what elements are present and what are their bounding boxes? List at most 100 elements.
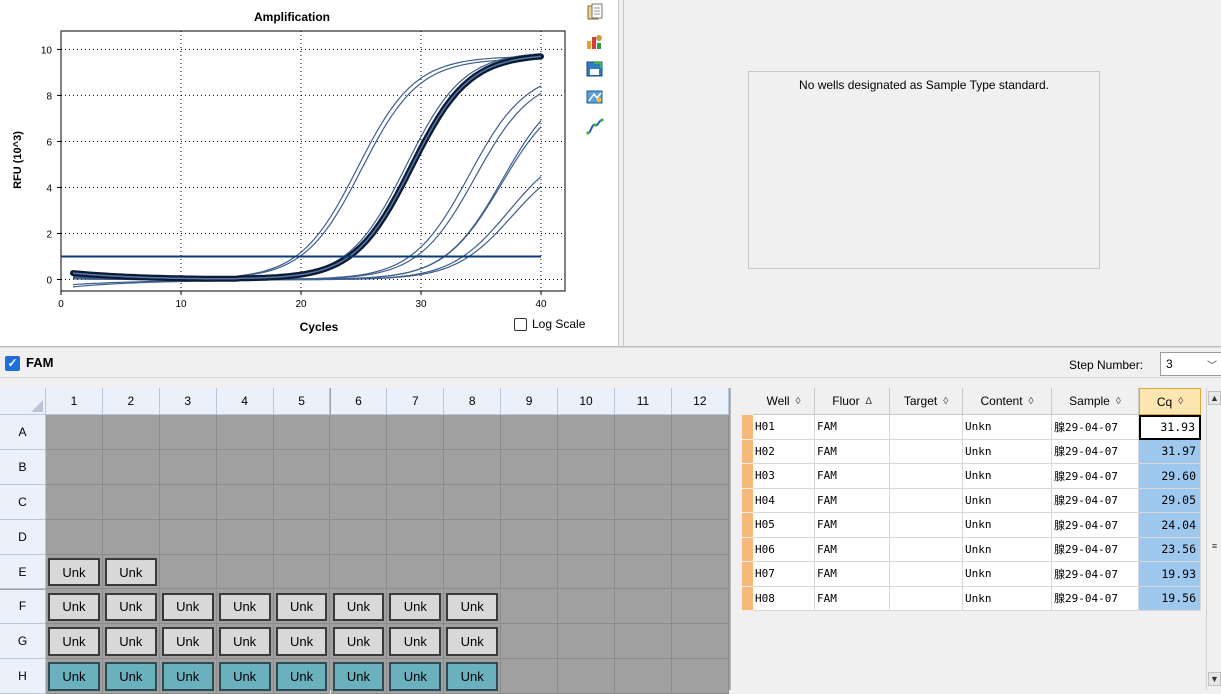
- save-icon[interactable]: [586, 60, 604, 78]
- table-cell-fluor[interactable]: FAM: [815, 488, 890, 513]
- plate-well[interactable]: Unk: [48, 627, 100, 657]
- table-cell-content[interactable]: Unkn: [963, 586, 1052, 611]
- plate-cell[interactable]: [558, 659, 615, 694]
- table-scrollbar[interactable]: ▲ ≡ ▼: [1206, 388, 1221, 690]
- plate-cell[interactable]: [558, 589, 615, 625]
- table-cell-sample[interactable]: 腺29-04-07: [1052, 415, 1139, 440]
- plate-cell[interactable]: [558, 449, 615, 485]
- copy-icon[interactable]: [586, 3, 604, 21]
- plate-cell[interactable]: [671, 589, 729, 625]
- plate-well[interactable]: Unk: [104, 557, 157, 587]
- plate-well[interactable]: Unk: [161, 592, 214, 622]
- plate-well[interactable]: Unk: [104, 662, 157, 692]
- plate-cell[interactable]: [273, 519, 331, 555]
- sort-icon[interactable]: ◊: [1178, 396, 1183, 407]
- plate-column-header[interactable]: 9: [501, 388, 559, 415]
- table-cell-fluor[interactable]: FAM: [815, 586, 890, 611]
- plate-cell[interactable]: [273, 484, 331, 520]
- plate-well[interactable]: Unk: [161, 662, 214, 692]
- plate-well[interactable]: Unk: [389, 592, 442, 622]
- plate-column-header[interactable]: 4: [216, 388, 274, 415]
- row-indicator[interactable]: [742, 439, 753, 464]
- plate-cell[interactable]: [501, 415, 559, 450]
- table-cell-content[interactable]: Unkn: [963, 513, 1052, 538]
- row-indicator[interactable]: [742, 586, 753, 611]
- table-cell-content[interactable]: Unkn: [963, 537, 1052, 562]
- plate-cell[interactable]: [444, 519, 502, 555]
- plate-cell[interactable]: [501, 554, 559, 590]
- plate-cell[interactable]: [387, 484, 445, 520]
- amplification-chart[interactable]: Amplification Cycles RFU (10^3) 0 10 20 30 4…: [0, 0, 618, 346]
- plate-cell[interactable]: [615, 519, 672, 555]
- plate-table-splitter[interactable]: [730, 388, 739, 690]
- column-header-target[interactable]: Target ◊: [890, 388, 963, 415]
- table-cell-cq[interactable]: 24.04: [1139, 513, 1201, 538]
- plate-well[interactable]: Unk: [446, 627, 499, 657]
- plate-cell[interactable]: [671, 519, 729, 555]
- table-cell-sample[interactable]: 腺29-04-07: [1052, 562, 1139, 587]
- plate-column-header[interactable]: 2: [102, 388, 160, 415]
- plate-row-header[interactable]: C: [0, 484, 46, 520]
- plate-cell[interactable]: [159, 519, 217, 555]
- plate-cell[interactable]: [444, 554, 502, 590]
- plate-column-header[interactable]: 10: [558, 388, 615, 415]
- plate-cell[interactable]: [501, 589, 559, 625]
- table-cell-target[interactable]: [890, 488, 963, 513]
- plate-cell[interactable]: [615, 415, 672, 450]
- sort-icon[interactable]: ◊: [1029, 396, 1034, 407]
- plate-well[interactable]: Unk: [275, 627, 328, 657]
- row-indicator[interactable]: [742, 464, 753, 489]
- plate-well[interactable]: Unk: [48, 592, 100, 622]
- plate-cell[interactable]: [46, 519, 103, 555]
- plate-cell[interactable]: [159, 484, 217, 520]
- plate-well[interactable]: Unk: [332, 662, 385, 692]
- table-cell-sample[interactable]: 腺29-04-07: [1052, 513, 1139, 538]
- table-cell-target[interactable]: [890, 415, 963, 440]
- plate-well[interactable]: Unk: [275, 662, 328, 692]
- plate-cell[interactable]: [46, 484, 103, 520]
- plate-well[interactable]: Unk: [332, 627, 385, 657]
- plate-cell[interactable]: [102, 519, 160, 555]
- plate-cell[interactable]: [46, 415, 103, 450]
- plate-cell[interactable]: [615, 624, 672, 660]
- plate-well[interactable]: Unk: [332, 592, 385, 622]
- plate-well[interactable]: Unk: [161, 627, 214, 657]
- plate-cell[interactable]: [558, 519, 615, 555]
- plate-well[interactable]: Unk: [275, 592, 328, 622]
- plate-cell[interactable]: [273, 415, 331, 450]
- sort-icon[interactable]: ∆: [866, 396, 872, 407]
- table-cell-well[interactable]: H01: [753, 415, 815, 440]
- plate-cell[interactable]: [444, 449, 502, 485]
- table-cell-cq[interactable]: 23.56: [1139, 537, 1201, 562]
- fam-checkbox[interactable]: ✓: [5, 356, 20, 371]
- table-cell-sample[interactable]: 腺29-04-07: [1052, 537, 1139, 562]
- row-indicator[interactable]: [742, 537, 753, 562]
- plate-well[interactable]: Unk: [446, 662, 499, 692]
- plate-corner-select-all[interactable]: [0, 388, 46, 415]
- plate-cell[interactable]: [102, 449, 160, 485]
- plate-well[interactable]: Unk: [446, 592, 499, 622]
- plate-well[interactable]: Unk: [48, 662, 100, 692]
- plate-cell[interactable]: [615, 449, 672, 485]
- table-cell-well[interactable]: H03: [753, 464, 815, 489]
- plate-well[interactable]: Unk: [218, 627, 271, 657]
- row-indicator[interactable]: [742, 488, 753, 513]
- table-cell-well[interactable]: H04: [753, 488, 815, 513]
- column-header-fluor[interactable]: Fluor ∆: [815, 388, 890, 415]
- step-number-select[interactable]: 3 ﹀: [1160, 352, 1221, 376]
- plate-cell[interactable]: [671, 449, 729, 485]
- plate-well[interactable]: Unk: [48, 557, 100, 587]
- column-header-well[interactable]: Well ◊: [753, 388, 815, 415]
- column-header-cq[interactable]: Cq ◊: [1139, 388, 1201, 415]
- row-indicator[interactable]: [742, 513, 753, 538]
- plate-well[interactable]: Unk: [104, 592, 157, 622]
- plate-cell[interactable]: [387, 415, 445, 450]
- scroll-down-icon[interactable]: ▼: [1208, 672, 1221, 686]
- table-cell-well[interactable]: H05: [753, 513, 815, 538]
- plate-column-header[interactable]: 7: [387, 388, 445, 415]
- plate-row-header[interactable]: H: [0, 659, 46, 694]
- table-cell-well[interactable]: H07: [753, 562, 815, 587]
- plate-well[interactable]: Unk: [389, 627, 442, 657]
- plate-cell[interactable]: [216, 554, 274, 590]
- sort-icon[interactable]: ◊: [796, 396, 801, 407]
